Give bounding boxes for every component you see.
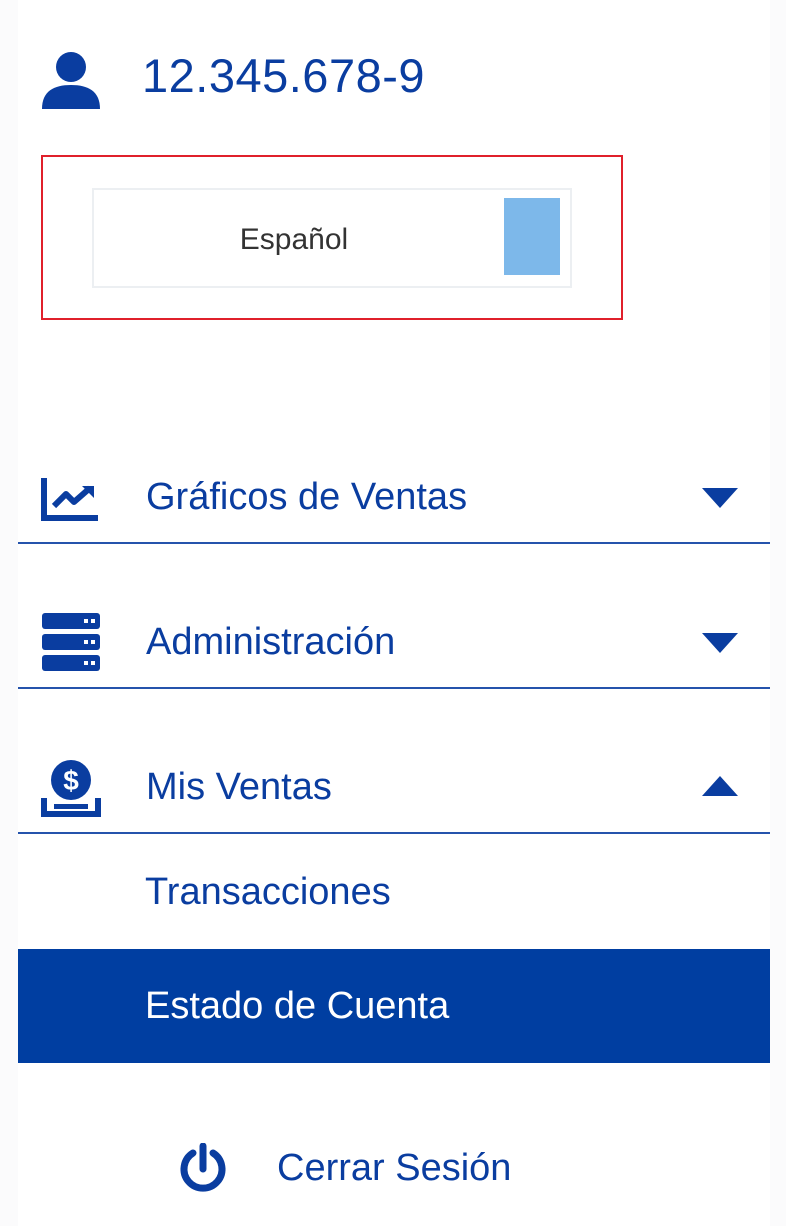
user-id-text: 12.345.678-9: [142, 49, 426, 102]
logout-label: Cerrar Sesión: [277, 1147, 512, 1189]
user-header: [40, 42, 102, 122]
submenu-item-transacciones[interactable]: Transacciones: [18, 835, 770, 949]
logout-button[interactable]: Cerrar Sesión: [155, 1105, 603, 1226]
submenu-item-label: Transacciones: [145, 871, 391, 913]
chevron-down-icon: [702, 633, 738, 653]
language-select[interactable]: Español: [92, 188, 572, 288]
menu-item-label: Administración: [146, 621, 396, 663]
server-icon: [42, 613, 100, 671]
chevron-up-icon: [702, 776, 738, 796]
svg-text:$: $: [63, 765, 79, 796]
menu-item-graficos-de-ventas[interactable]: Gráficos de Ventas: [18, 452, 770, 544]
language-select-value: Español: [239, 223, 349, 256]
dollar-coin-icon: $: [41, 760, 101, 817]
chevron-down-icon: [702, 488, 738, 508]
submenu-item-label: Estado de Cuenta: [145, 985, 450, 1027]
user-icon: [42, 52, 100, 109]
menu-item-mis-ventas[interactable]: $ Mis Ventas: [18, 742, 770, 834]
chart-line-icon: [41, 478, 98, 521]
menu-item-administracion[interactable]: Administración: [18, 597, 770, 689]
menu-item-label: Mis Ventas: [146, 766, 332, 808]
submenu-item-estado-de-cuenta[interactable]: Estado de Cuenta: [18, 949, 770, 1063]
menu-item-label: Gráficos de Ventas: [146, 476, 468, 518]
power-icon: [180, 1143, 226, 1192]
language-select-toggle[interactable]: [504, 198, 560, 275]
